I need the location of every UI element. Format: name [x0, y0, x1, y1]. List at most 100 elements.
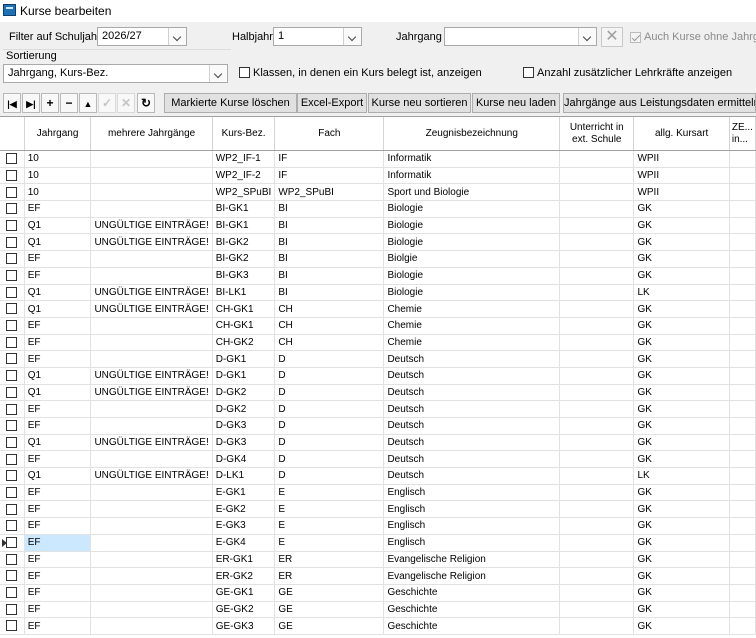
- cell-fach[interactable]: D: [274, 467, 385, 485]
- cell-unterricht-ext-schule[interactable]: [559, 384, 635, 402]
- courses-grid[interactable]: Jahrgang mehrere Jahrgänge Kurs-Bez. Fac…: [0, 116, 756, 638]
- cell-kurs-bez[interactable]: WP2_IF-2: [212, 167, 276, 185]
- cell-unterricht-ext-schule[interactable]: [559, 601, 635, 619]
- cell-mehrere-jahrgaenge[interactable]: [90, 317, 213, 335]
- cell-ze-truncated[interactable]: [729, 284, 756, 302]
- cell-ze-truncated[interactable]: [729, 384, 756, 402]
- cell-fach[interactable]: E: [274, 534, 385, 552]
- row-select-cell[interactable]: [0, 467, 25, 485]
- cell-mehrere-jahrgaenge[interactable]: UNGÜLTIGE EINTRÄGE!: [90, 300, 213, 318]
- cell-kurs-bez[interactable]: GE-GK2: [212, 601, 276, 619]
- row-select-cell[interactable]: [0, 484, 25, 502]
- cell-allg-kursart[interactable]: GK: [633, 551, 730, 569]
- cell-allg-kursart[interactable]: GK: [633, 200, 730, 218]
- cell-zeugnisbezeichnung[interactable]: Biologie: [383, 200, 561, 218]
- header-allg-kursart[interactable]: allg. Kursart: [633, 117, 730, 151]
- table-row[interactable]: EF BI-GK3 BI Biologie GK: [0, 267, 756, 285]
- cell-zeugnisbezeichnung[interactable]: Deutsch: [383, 434, 561, 452]
- cell-ze-truncated[interactable]: [729, 267, 756, 285]
- header-mehrere-jahrgaenge[interactable]: mehrere Jahrgänge: [90, 117, 213, 151]
- cell-zeugnisbezeichnung[interactable]: Chemie: [383, 300, 561, 318]
- row-checkbox[interactable]: [6, 620, 18, 632]
- cell-fach[interactable]: GE: [274, 584, 385, 602]
- cell-jahrgang[interactable]: EF: [24, 484, 92, 502]
- chevron-down-icon[interactable]: [209, 65, 227, 82]
- table-row[interactable]: EF D-GK1 D Deutsch GK: [0, 350, 756, 368]
- row-select-cell[interactable]: [0, 334, 25, 352]
- row-checkbox[interactable]: [6, 470, 18, 482]
- cell-mehrere-jahrgaenge[interactable]: [90, 400, 213, 418]
- row-checkbox[interactable]: [6, 537, 18, 549]
- cell-fach[interactable]: BI: [274, 233, 385, 252]
- table-row[interactable]: 10 WP2_IF-1 IF Informatik WPII: [0, 150, 756, 168]
- cell-jahrgang[interactable]: Q1: [24, 217, 92, 235]
- table-row[interactable]: EF E-GK3 E Englisch GK: [0, 517, 756, 535]
- row-select-cell[interactable]: [0, 250, 25, 268]
- table-row[interactable]: EF ER-GK2 ER Evangelische Religion GK: [0, 567, 756, 585]
- header-zeugnisbezeichnung[interactable]: Zeugnisbezeichnung: [383, 117, 561, 151]
- cell-jahrgang[interactable]: EF: [24, 567, 92, 585]
- cell-ze-truncated[interactable]: [729, 517, 756, 535]
- cell-jahrgang[interactable]: EF: [24, 417, 92, 435]
- header-unterricht-ext-schule[interactable]: Unterricht in ext. Schule: [559, 117, 635, 151]
- cell-jahrgang[interactable]: EF: [24, 584, 92, 602]
- chevron-down-icon[interactable]: [343, 28, 361, 45]
- cell-kurs-bez[interactable]: E-GK1: [212, 484, 276, 502]
- cell-fach[interactable]: D: [274, 367, 385, 385]
- cell-allg-kursart[interactable]: GK: [633, 233, 730, 252]
- cell-jahrgang[interactable]: EF: [24, 350, 92, 368]
- cell-allg-kursart[interactable]: WPII: [633, 183, 730, 202]
- cell-unterricht-ext-schule[interactable]: [559, 300, 635, 318]
- cell-jahrgang[interactable]: Q1: [24, 300, 92, 318]
- cell-unterricht-ext-schule[interactable]: [559, 551, 635, 569]
- cell-jahrgang[interactable]: EF: [24, 534, 92, 552]
- row-select-cell[interactable]: [0, 183, 25, 202]
- row-checkbox[interactable]: [6, 186, 18, 198]
- cell-zeugnisbezeichnung[interactable]: Deutsch: [383, 367, 561, 385]
- cell-unterricht-ext-schule[interactable]: [559, 400, 635, 418]
- cell-ze-truncated[interactable]: [729, 233, 756, 252]
- cell-ze-truncated[interactable]: [729, 617, 756, 635]
- cell-mehrere-jahrgaenge[interactable]: [90, 567, 213, 585]
- cell-jahrgang[interactable]: EF: [24, 400, 92, 418]
- row-checkbox[interactable]: [6, 520, 18, 532]
- table-row[interactable]: EF BI-GK1 BI Biologie GK: [0, 200, 756, 218]
- cell-mehrere-jahrgaenge[interactable]: [90, 167, 213, 185]
- cell-fach[interactable]: IF: [274, 150, 385, 168]
- cell-ze-truncated[interactable]: [729, 300, 756, 318]
- cell-unterricht-ext-schule[interactable]: [559, 167, 635, 185]
- cell-jahrgang[interactable]: Q1: [24, 284, 92, 302]
- delete-button[interactable]: −: [60, 93, 78, 113]
- cell-ze-truncated[interactable]: [729, 250, 756, 268]
- row-select-cell[interactable]: [0, 400, 25, 418]
- cell-zeugnisbezeichnung[interactable]: Evangelische Religion: [383, 567, 561, 585]
- derive-jahrgaenge-button[interactable]: Jahrgänge aus Leistungsdaten ermitteln: [563, 93, 756, 113]
- table-row[interactable]: Q1 UNGÜLTIGE EINTRÄGE! D-GK3 D Deutsch GK: [0, 434, 756, 452]
- cell-kurs-bez[interactable]: WP2_SPuBI: [212, 183, 276, 202]
- cell-mehrere-jahrgaenge[interactable]: [90, 183, 213, 202]
- cell-jahrgang[interactable]: EF: [24, 617, 92, 635]
- row-select-cell[interactable]: [0, 384, 25, 402]
- cell-allg-kursart[interactable]: GK: [633, 601, 730, 619]
- cell-zeugnisbezeichnung[interactable]: Deutsch: [383, 417, 561, 435]
- cell-mehrere-jahrgaenge[interactable]: [90, 534, 213, 552]
- cell-zeugnisbezeichnung[interactable]: Chemie: [383, 317, 561, 335]
- cell-unterricht-ext-schule[interactable]: [559, 200, 635, 218]
- cell-jahrgang[interactable]: EF: [24, 200, 92, 218]
- cell-mehrere-jahrgaenge[interactable]: [90, 551, 213, 569]
- row-checkbox[interactable]: [6, 587, 18, 599]
- table-row[interactable]: Q1 UNGÜLTIGE EINTRÄGE! BI-GK2 BI Biologie GK: [0, 233, 756, 252]
- row-checkbox[interactable]: [6, 236, 18, 248]
- cell-ze-truncated[interactable]: [729, 584, 756, 602]
- row-select-cell[interactable]: [0, 417, 25, 435]
- sortierung-dropdown[interactable]: Jahrgang, Kurs-Bez.: [3, 64, 228, 83]
- cell-fach[interactable]: BI: [274, 250, 385, 268]
- cell-unterricht-ext-schule[interactable]: [559, 233, 635, 252]
- cell-mehrere-jahrgaenge[interactable]: UNGÜLTIGE EINTRÄGE!: [90, 217, 213, 235]
- cell-jahrgang[interactable]: EF: [24, 517, 92, 535]
- row-checkbox[interactable]: [6, 353, 18, 365]
- cell-ze-truncated[interactable]: [729, 467, 756, 485]
- row-select-cell[interactable]: [0, 534, 25, 552]
- cell-unterricht-ext-schule[interactable]: [559, 317, 635, 335]
- cell-allg-kursart[interactable]: LK: [633, 284, 730, 302]
